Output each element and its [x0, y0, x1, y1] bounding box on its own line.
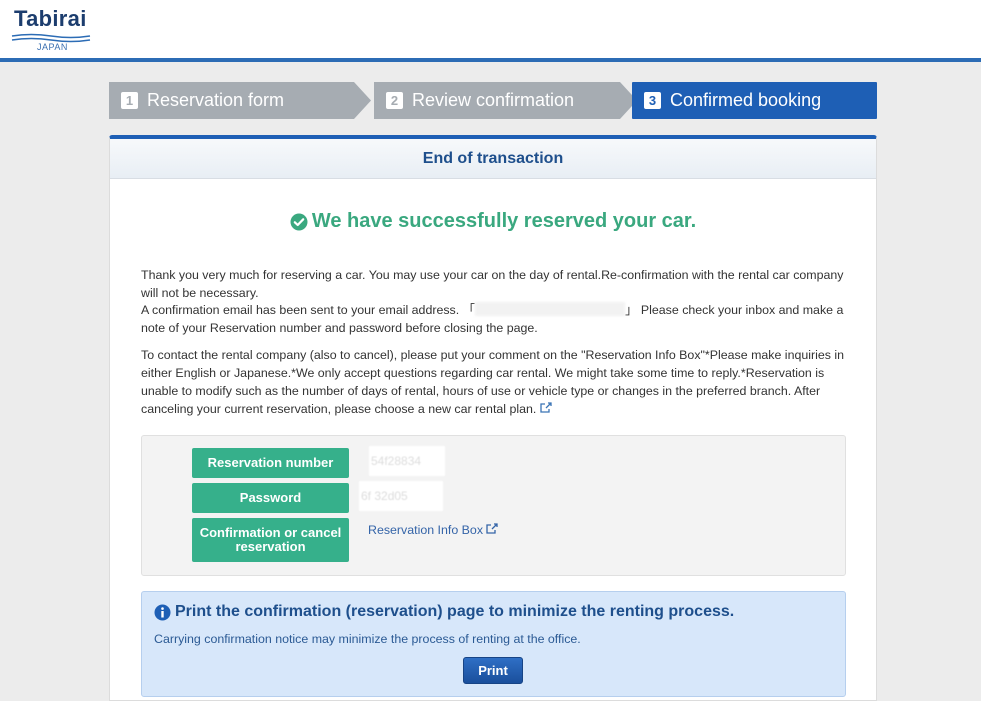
step-confirmed-booking: 3 Confirmed booking: [632, 82, 877, 119]
logo-text: Tabirai: [14, 6, 87, 31]
logo-subtitle: JAPAN: [37, 42, 68, 52]
password-label: Password: [192, 483, 349, 513]
print-button[interactable]: Print: [463, 657, 523, 684]
step-number: 3: [644, 92, 661, 109]
reservation-info-box-link-text: Reservation Info Box: [368, 523, 484, 537]
success-text: We have successfully reserved your car.: [311, 210, 697, 232]
step-label: Confirmed booking: [670, 90, 822, 110]
contact-instructions-text: To contact the rental company (also to c…: [141, 348, 845, 416]
password-value: 6f 32d05: [359, 481, 443, 511]
print-notice-title: Print the confirmation (reservation) pag…: [154, 603, 734, 621]
reservation-number-label: Reservation number: [192, 448, 349, 478]
reservation-info-box-link[interactable]: Reservation Info Box: [368, 523, 499, 537]
email-notice-text: A confirmation email has been sent to yo…: [141, 301, 851, 337]
email-notice-before: A confirmation email has been sent to yo…: [141, 303, 476, 317]
print-notice-text: Carrying confirmation notice may minimiz…: [154, 632, 581, 646]
print-notice-title-text: Print the confirmation (reservation) pag…: [175, 603, 735, 620]
success-message: We have successfully reserved your car.: [110, 210, 876, 233]
step-number: 2: [386, 92, 403, 109]
reservation-details-box: Reservation number 54f28834 Password 6f …: [141, 435, 846, 576]
site-header: Tabirai JAPAN: [0, 0, 981, 62]
external-link-icon[interactable]: [540, 402, 552, 416]
thank-you-text: Thank you very much for reserving a car.…: [141, 268, 844, 300]
external-link-icon: [486, 523, 499, 534]
print-notice-box: Print the confirmation (reservation) pag…: [141, 591, 846, 697]
progress-steps: 1 Reservation form 2 Review confirmation…: [109, 82, 877, 119]
step-review-confirmation: 2 Review confirmation: [374, 82, 637, 119]
step-reservation-form: 1 Reservation form: [109, 82, 371, 119]
step-number: 1: [121, 92, 138, 109]
contact-instructions: To contact the rental company (also to c…: [141, 346, 851, 419]
redacted-email: [475, 302, 626, 316]
check-circle-icon: [290, 213, 308, 230]
reservation-number-value: 54f28834: [369, 446, 445, 476]
card-title: End of transaction: [110, 139, 876, 179]
tabirai-logo[interactable]: Tabirai JAPAN: [11, 6, 95, 54]
transaction-card: End of transaction We have successfully …: [109, 135, 877, 701]
step-label: Reservation form: [147, 90, 285, 110]
confirm-cancel-label: Confirmation or cancel reservation: [192, 518, 349, 562]
step-label: Review confirmation: [412, 90, 575, 110]
info-circle-icon: [154, 604, 171, 620]
